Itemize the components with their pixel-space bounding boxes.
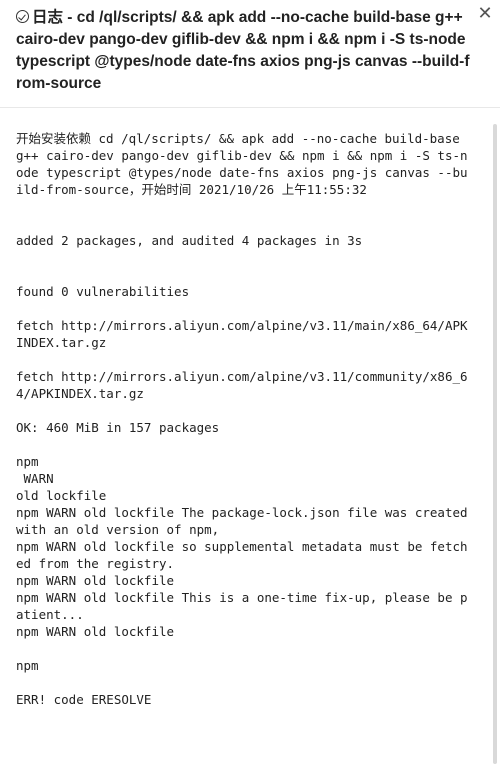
modal-title-text: 日志 - cd /ql/scripts/ && apk add --no-cac… bbox=[16, 9, 470, 92]
modal-title: 日志 - cd /ql/scripts/ && apk add --no-cac… bbox=[16, 7, 470, 95]
log-line: 开始安装依赖 cd /ql/scripts/ && apk add --no-c… bbox=[16, 131, 468, 197]
log-modal-header: 日志 - cd /ql/scripts/ && apk add --no-cac… bbox=[0, 0, 500, 108]
log-line: npm bbox=[16, 454, 39, 469]
close-icon[interactable]: ✕ bbox=[476, 3, 494, 23]
log-line: added 2 packages, and audited 4 packages… bbox=[16, 233, 363, 248]
log-line: WARN bbox=[16, 471, 54, 486]
log-text: 开始安装依赖 cd /ql/scripts/ && apk add --no-c… bbox=[16, 130, 472, 708]
log-line: npm bbox=[16, 658, 39, 673]
log-line: npm WARN old lockfile bbox=[16, 624, 175, 639]
log-line: old lockfile bbox=[16, 488, 107, 503]
log-line: fetch http://mirrors.aliyun.com/alpine/v… bbox=[16, 318, 468, 350]
log-line: OK: 460 MiB in 157 packages bbox=[16, 420, 220, 435]
log-line: npm WARN old lockfile This is a one-time… bbox=[16, 590, 468, 622]
log-content[interactable]: 开始安装依赖 cd /ql/scripts/ && apk add --no-c… bbox=[0, 108, 500, 773]
log-line: npm WARN old lockfile The package-lock.j… bbox=[16, 505, 476, 537]
scrollbar[interactable] bbox=[493, 124, 497, 764]
log-line: npm WARN old lockfile so supplemental me… bbox=[16, 539, 468, 571]
log-line: ERR! code ERESOLVE bbox=[16, 692, 152, 707]
check-circle-icon bbox=[16, 10, 29, 23]
log-line: fetch http://mirrors.aliyun.com/alpine/v… bbox=[16, 369, 468, 401]
log-line: found 0 vulnerabilities bbox=[16, 284, 190, 299]
log-line: npm WARN old lockfile bbox=[16, 573, 175, 588]
